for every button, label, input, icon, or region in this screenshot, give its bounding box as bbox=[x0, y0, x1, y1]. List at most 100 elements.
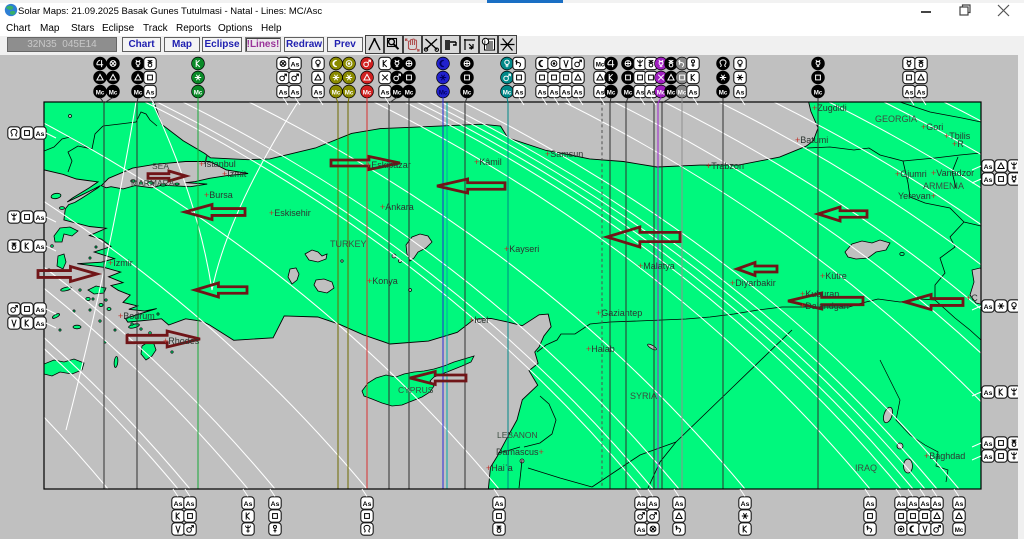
svg-text:Mc: Mc bbox=[624, 90, 633, 97]
svg-text:As: As bbox=[917, 90, 926, 97]
svg-text:+Eskisehir: +Eskisehir bbox=[269, 208, 311, 218]
svg-text:Mc: Mc bbox=[667, 90, 676, 97]
svg-text:As: As bbox=[637, 501, 646, 508]
svg-text:Mc: Mc bbox=[194, 90, 203, 97]
svg-text:As: As bbox=[314, 90, 323, 97]
svg-text:As: As bbox=[271, 501, 280, 508]
svg-text:As: As bbox=[741, 501, 750, 508]
svg-text:As: As bbox=[495, 501, 504, 508]
svg-text:As: As bbox=[291, 90, 300, 97]
svg-text:As: As bbox=[636, 90, 645, 97]
svg-text:As: As bbox=[897, 501, 906, 508]
svg-text:As: As bbox=[36, 321, 45, 328]
svg-text:Mc: Mc bbox=[332, 90, 341, 97]
svg-text:Mc: Mc bbox=[596, 62, 605, 69]
svg-text:As: As bbox=[649, 501, 658, 508]
svg-text:As: As bbox=[984, 390, 993, 397]
svg-text:+Kütre: +Kütre bbox=[820, 271, 847, 281]
svg-text:Mc: Mc bbox=[955, 527, 964, 534]
svg-text:As: As bbox=[36, 244, 45, 251]
svg-text:+Gjumri: +Gjumri bbox=[895, 169, 927, 179]
svg-text:Mc: Mc bbox=[134, 90, 143, 97]
svg-text:As: As bbox=[515, 90, 524, 97]
svg-text:As: As bbox=[675, 501, 684, 508]
svg-text:+Baghdad: +Baghdad bbox=[924, 451, 965, 461]
svg-text:As: As bbox=[909, 501, 918, 508]
svg-text:SYRIA: SYRIA bbox=[630, 391, 657, 401]
svg-text:+Vanadzor: +Vanadzor bbox=[931, 168, 974, 178]
svg-text:As: As bbox=[905, 90, 914, 97]
svg-text:+Haiʾa: +Haiʾa bbox=[486, 463, 513, 473]
svg-text:Mc: Mc bbox=[719, 90, 728, 97]
svg-text:Mc: Mc bbox=[345, 90, 354, 97]
svg-text:+Konya: +Konya bbox=[367, 276, 398, 286]
svg-text:Yerevan+: Yerevan+ bbox=[898, 191, 936, 201]
svg-text:+Dalandgan: +Dalandgan bbox=[800, 301, 849, 311]
svg-text:As: As bbox=[550, 90, 559, 97]
svg-text:As: As bbox=[955, 501, 964, 508]
svg-text:As: As bbox=[647, 90, 656, 97]
svg-text:As: As bbox=[291, 62, 300, 69]
svg-text:As: As bbox=[363, 501, 372, 508]
svg-text:LEBANON: LEBANON bbox=[497, 430, 538, 440]
svg-text:As: As bbox=[36, 131, 45, 138]
svg-text:As: As bbox=[562, 90, 571, 97]
svg-text:Damascus+: Damascus+ bbox=[496, 447, 544, 457]
svg-text:Mc: Mc bbox=[503, 90, 512, 97]
svg-text:As: As bbox=[538, 90, 547, 97]
svg-text:As: As bbox=[381, 90, 390, 97]
svg-text:+Rhodes: +Rhodes bbox=[163, 336, 200, 346]
svg-text:As: As bbox=[984, 441, 993, 448]
svg-text:Mc: Mc bbox=[463, 90, 472, 97]
svg-text:+Izmir: +Izmir bbox=[108, 258, 133, 268]
svg-text:+R: +R bbox=[952, 139, 964, 149]
svg-text:+Zugdidi: +Zugdidi bbox=[812, 103, 847, 113]
svg-text:+Kayseri: +Kayseri bbox=[504, 244, 539, 254]
svg-text:Mc: Mc bbox=[109, 90, 118, 97]
svg-text:+Kuburan: +Kuburan bbox=[800, 289, 839, 299]
svg-text:Mc: Mc bbox=[393, 90, 402, 97]
svg-text:Mc: Mc bbox=[814, 90, 823, 97]
svg-text:As: As bbox=[984, 177, 993, 184]
svg-text:+Izmit: +Izmit bbox=[222, 169, 247, 179]
svg-text:+Malatya: +Malatya bbox=[638, 261, 675, 271]
svg-text:As: As bbox=[637, 527, 646, 534]
svg-text:As: As bbox=[596, 90, 605, 97]
svg-text:CYPRUS: CYPRUS bbox=[398, 385, 434, 395]
svg-text:Mc: Mc bbox=[96, 90, 105, 97]
svg-text:As: As bbox=[36, 307, 45, 314]
svg-text:As: As bbox=[174, 501, 183, 508]
svg-text:+Gaziantep: +Gaziantep bbox=[596, 308, 642, 318]
svg-text:+Ankara: +Ankara bbox=[380, 202, 414, 212]
svg-text:+Batumi: +Batumi bbox=[795, 135, 828, 145]
svg-text:As: As bbox=[984, 164, 993, 171]
svg-text:ARMENIA: ARMENIA bbox=[923, 181, 964, 191]
svg-text:Mc: Mc bbox=[363, 90, 372, 97]
svg-text:+Kâmil: +Kâmil bbox=[474, 157, 502, 167]
svg-text:As: As bbox=[984, 304, 993, 311]
svg-text:+Icel: +Icel bbox=[469, 315, 488, 325]
svg-text:As: As bbox=[36, 215, 45, 222]
svg-text:+Eskipazar: +Eskipazar bbox=[366, 160, 411, 170]
svg-text:Mc: Mc bbox=[405, 90, 414, 97]
svg-text:+Gori: +Gori bbox=[921, 122, 943, 132]
svg-text:As: As bbox=[146, 90, 155, 97]
svg-text:+Diyarbakir: +Diyarbakir bbox=[730, 278, 776, 288]
svg-text:IRAQ: IRAQ bbox=[855, 463, 877, 473]
svg-text:MARMARA: MARMARA bbox=[131, 178, 175, 188]
svg-text:Mc: Mc bbox=[439, 90, 448, 97]
svg-text:SEA: SEA bbox=[152, 161, 169, 171]
svg-text:As: As bbox=[186, 501, 195, 508]
svg-text:+C: +C bbox=[966, 293, 978, 303]
svg-text:+Bursa: +Bursa bbox=[204, 190, 233, 200]
svg-text:GEORGIA: GEORGIA bbox=[875, 114, 917, 124]
svg-text:Mc: Mc bbox=[678, 90, 687, 97]
svg-text:As: As bbox=[279, 90, 288, 97]
svg-text:TURKEY: TURKEY bbox=[330, 239, 367, 249]
svg-text:+Halab: +Halab bbox=[586, 344, 615, 354]
svg-text:+Trabzon: +Trabzon bbox=[706, 161, 744, 171]
svg-text:As: As bbox=[921, 501, 930, 508]
svg-text:+Istanbul: +Istanbul bbox=[199, 159, 236, 169]
svg-text:Mc: Mc bbox=[607, 90, 616, 97]
svg-text:As: As bbox=[736, 90, 745, 97]
